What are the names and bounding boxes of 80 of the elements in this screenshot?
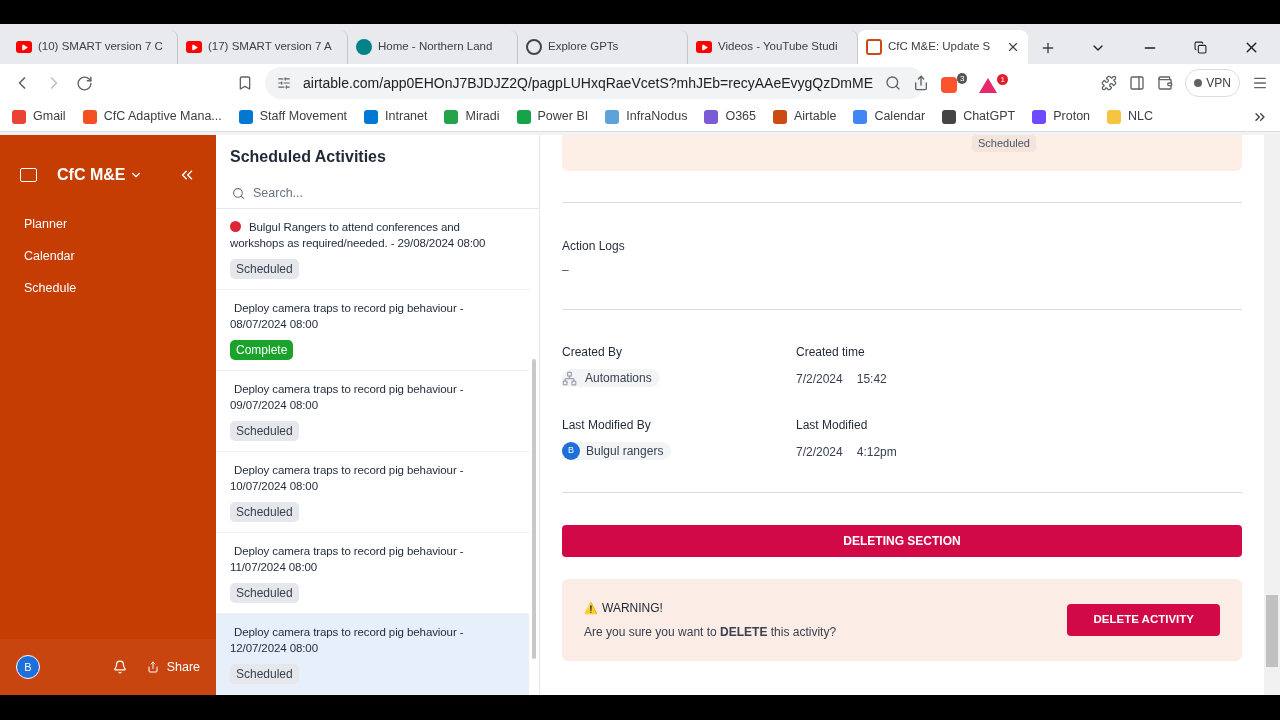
section-header: DELETING SECTION	[562, 525, 1242, 557]
app-icon	[20, 168, 37, 182]
automation-icon	[562, 370, 577, 386]
new-tab-icon[interactable]	[1040, 40, 1056, 56]
count-badge: 1	[997, 73, 1008, 85]
user-avatar: B	[562, 442, 580, 460]
user-chip: Automations	[562, 369, 660, 387]
app-title[interactable]: CfC M&E	[57, 163, 126, 187]
nav-item[interactable]: Calendar	[24, 246, 192, 266]
status-tag: Scheduled	[972, 135, 1036, 152]
status-tag: Scheduled	[230, 502, 299, 522]
bookmark-link[interactable]: Gmail	[12, 107, 66, 126]
count-badge: 3	[956, 73, 968, 84]
activity-title: Bulgul Rangers to attend conferences and workshops as required/needed. - 29/08/2024 08:00	[230, 220, 487, 251]
panel-title: Scheduled Activities	[229, 147, 387, 167]
bookmark-link[interactable]: CfC Adaptive Mana...	[82, 107, 222, 126]
status-tag: Scheduled	[230, 583, 299, 603]
nav-item[interactable]: Planner	[24, 215, 192, 234]
field-label: Created time	[796, 344, 866, 361]
search-field[interactable]: Search...	[253, 184, 523, 203]
status-tag: Complete	[230, 340, 294, 360]
bookmark-link[interactable]: O365	[704, 107, 756, 126]
app-icon	[866, 39, 882, 55]
activity-title: Deploy camera traps to record pig behaviour - 08/07/2024 08:00	[230, 301, 465, 332]
video-icon	[16, 41, 32, 53]
scrollbar-thumb[interactable]	[532, 359, 536, 659]
bookmark-link[interactable]: Intranet	[364, 107, 428, 126]
status-tag: Scheduled	[230, 664, 299, 684]
activity-title: Deploy camera traps to record pig behaviour - 11/07/2024 08:00	[230, 544, 465, 575]
user-avatar[interactable]: B	[16, 655, 40, 679]
date-value: 7/2/2024	[796, 444, 843, 461]
bookmark-link[interactable]: Miradi	[444, 107, 500, 126]
browser-tab[interactable]: CfC M&E: Update S	[858, 30, 1028, 64]
user-chip: B Bulgul rangers	[562, 442, 672, 460]
search-icon	[232, 187, 245, 200]
menu-icon[interactable]	[1252, 75, 1268, 91]
warning-message: Are you sure you want to DELETE this activity?	[584, 624, 837, 641]
bookmark-link[interactable]: NLC	[1107, 107, 1154, 126]
warning-title: WARNING!	[602, 600, 663, 617]
date-value: 7/2/2024	[796, 371, 843, 388]
activity-item[interactable]: Deploy camera traps to record pig behaviour - 12/07/2024 08:00 Scheduled	[216, 614, 529, 695]
video-icon	[696, 41, 712, 53]
warning-icon: ⚠	[584, 599, 598, 617]
close-icon[interactable]	[1006, 40, 1020, 54]
wallet-icon[interactable]	[1157, 75, 1174, 91]
extensions-icon[interactable]	[1101, 75, 1118, 91]
field-label: Last Modified By	[562, 417, 651, 434]
share-button[interactable]: Share	[146, 657, 200, 677]
bookmark-link[interactable]: Power BI	[516, 107, 589, 126]
bookmark-link[interactable]: InfraNodus	[605, 107, 688, 126]
video-icon	[186, 41, 202, 53]
share-icon	[146, 661, 159, 673]
delete-button[interactable]: DELETE ACTIVITY	[1067, 604, 1220, 636]
activity-title: Deploy camera traps to record pig behaviour - 12/07/2024 08:00	[230, 625, 465, 656]
notification-icon[interactable]	[112, 660, 127, 674]
scrollbar-thumb[interactable]	[1266, 595, 1278, 667]
activity-title: Deploy camera traps to record pig behaviour - 10/07/2024 08:00	[230, 463, 465, 494]
bookmark-link[interactable]: Airtable	[773, 107, 837, 126]
nav-item[interactable]: Schedule	[24, 278, 192, 298]
field-label: Last Modified	[796, 417, 869, 434]
reload-icon[interactable]	[76, 74, 93, 92]
share-icon[interactable]	[912, 75, 929, 91]
bookmark-link[interactable]: Staff Movement	[238, 107, 348, 126]
bookmark-link[interactable]: Proton	[1032, 107, 1091, 126]
bookmark-link[interactable]: ChatGPT	[942, 107, 1016, 126]
site-icon	[356, 39, 372, 55]
restore-icon[interactable]	[1194, 41, 1207, 54]
bookmark-icon[interactable]	[237, 75, 253, 91]
field-label: Action Logs	[562, 238, 626, 255]
activity-title: Deploy camera traps to record pig behaviour - 09/07/2024 08:00	[230, 382, 465, 413]
sidebar-icon[interactable]	[1129, 75, 1146, 91]
field-label: Created By	[562, 344, 623, 361]
time-value: 15:42	[856, 371, 887, 388]
site-settings-icon	[277, 76, 291, 90]
field-value: –	[562, 262, 570, 279]
time-value: 4:12pm	[856, 444, 897, 461]
bookmark-link[interactable]: Calendar	[853, 107, 926, 126]
status-tag: Scheduled	[230, 421, 299, 441]
search-icon[interactable]	[884, 75, 901, 91]
status-tag: Scheduled	[230, 259, 299, 279]
